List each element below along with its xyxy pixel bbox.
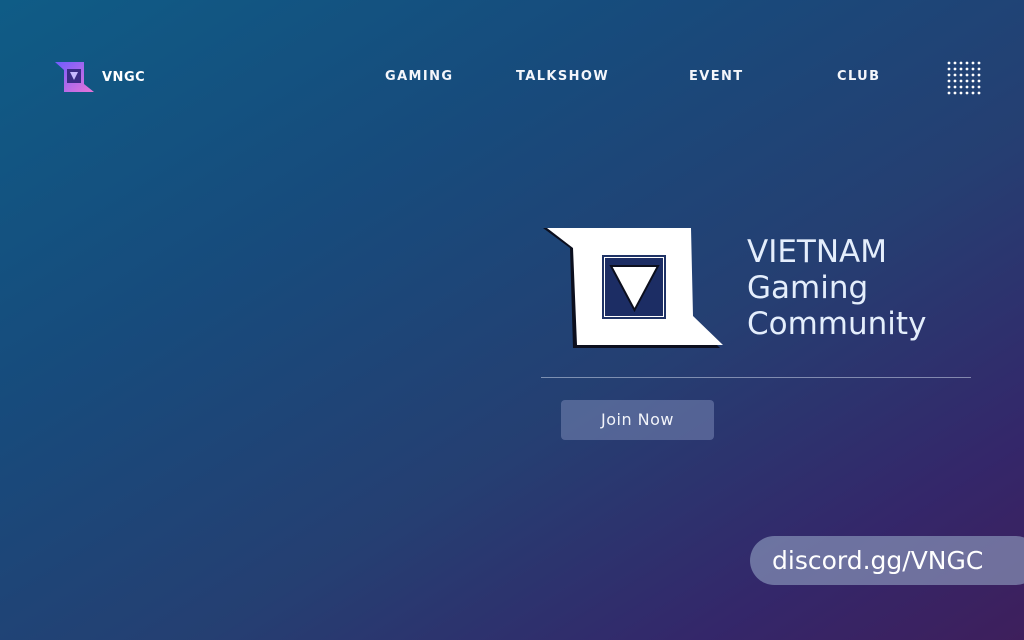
landing-page: VNGC GAMING TALKSHOW EVENT CLUB VIETNAM … <box>0 0 1024 640</box>
brand[interactable]: VNGC <box>54 61 145 93</box>
hero-title-line-2: Gaming <box>747 270 869 306</box>
hero-title: VIETNAM Gaming Community <box>747 234 926 342</box>
nav-event[interactable]: EVENT <box>689 69 744 84</box>
nav-gaming[interactable]: GAMING <box>385 69 453 84</box>
vngc-emblem-icon <box>543 228 723 348</box>
nav-talkshow[interactable]: TALKSHOW <box>516 69 609 84</box>
grid-menu-button[interactable] <box>946 60 982 96</box>
discord-link[interactable]: discord.gg/VNGC <box>750 536 1024 585</box>
brand-name: VNGC <box>102 69 146 85</box>
join-now-button[interactable]: Join Now <box>561 400 714 440</box>
hero-title-line-3: Community <box>747 306 927 342</box>
grid-dots-icon <box>947 61 981 95</box>
vngc-logo-icon <box>55 62 94 92</box>
nav-club[interactable]: CLUB <box>837 69 880 84</box>
hero-divider <box>541 377 971 378</box>
hero-title-line-1: VIETNAM <box>747 234 888 270</box>
